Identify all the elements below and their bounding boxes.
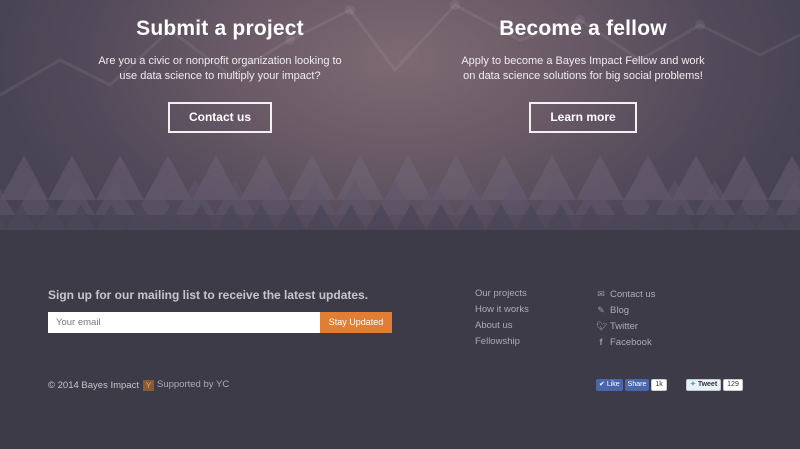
mailing-list-title: Sign up for our mailing list to receive … [48, 288, 369, 302]
become-fellow-title: Become a fellow [499, 17, 667, 40]
link-contact-us-label: Contact us [610, 289, 656, 300]
link-blog-label: Blog [610, 305, 630, 316]
link-fellowship[interactable]: Fellowship [475, 335, 529, 351]
tweet-count: 129 [723, 379, 743, 391]
footer-links-social: ✉ Contact us ✎ Blog 🐦︎ Twitter f Facebook [596, 287, 655, 351]
facebook-icon: f [599, 337, 603, 347]
copyright-text: © 2014 Bayes Impact [48, 380, 139, 391]
facebook-like-button[interactable]: ✔ Like [596, 379, 623, 391]
pencil-icon: ✎ [597, 305, 605, 315]
facebook-share-button[interactable]: Share [624, 379, 650, 391]
become-fellow-description: Apply to become a Bayes Impact Fellow an… [433, 54, 733, 84]
envelope-icon: ✉ [597, 289, 605, 299]
hero-section: Submit a project Are you a civic or nonp… [0, 0, 800, 230]
supported-by-yc[interactable]: Y Supported by YC [143, 379, 229, 391]
link-contact-us[interactable]: ✉ Contact us [596, 287, 655, 303]
learn-more-button[interactable]: Learn more [529, 102, 637, 133]
become-fellow-text-line2: on data science solutions for big social… [463, 70, 703, 82]
twitter-icon: 🐦︎ [596, 321, 608, 331]
email-input[interactable] [48, 312, 320, 333]
link-about-us[interactable]: About us [475, 319, 529, 335]
submit-project-description: Are you a civic or nonprofit organizatio… [70, 54, 370, 84]
become-fellow-column: Become a fellow Apply to become a Bayes … [433, 0, 733, 133]
supported-by-yc-label: Supported by YC [157, 379, 230, 390]
submit-project-text-line2: use data science to multiply your impact… [119, 70, 321, 82]
footer: Sign up for our mailing list to receive … [0, 230, 800, 449]
contact-us-button[interactable]: Contact us [167, 102, 272, 133]
stay-updated-button[interactable]: Stay Updated [320, 312, 392, 333]
tweet-label: Tweet [697, 381, 718, 388]
facebook-like-label: Like [606, 381, 620, 388]
submit-project-column: Submit a project Are you a civic or nonp… [70, 0, 370, 133]
twitter-bird-icon: ✦ [690, 381, 696, 388]
yc-logo-icon: Y [143, 380, 154, 391]
become-fellow-text-line1: Apply to become a Bayes Impact Fellow an… [461, 55, 705, 67]
link-twitter[interactable]: 🐦︎ Twitter [596, 319, 655, 335]
link-twitter-label: Twitter [610, 321, 638, 332]
facebook-like-count: 1k [651, 379, 667, 391]
link-facebook-label: Facebook [610, 337, 652, 348]
submit-project-text-line1: Are you a civic or nonprofit organizatio… [98, 55, 342, 67]
facebook-widget: ✔ Like Share 1k [596, 379, 667, 391]
tweet-button[interactable]: ✦ Tweet [686, 379, 722, 391]
link-how-it-works[interactable]: How it works [475, 303, 529, 319]
link-facebook[interactable]: f Facebook [596, 335, 655, 351]
link-blog[interactable]: ✎ Blog [596, 303, 655, 319]
footer-links-primary: Our projects How it works About us Fello… [475, 287, 529, 351]
twitter-widget: ✦ Tweet 129 [686, 379, 743, 391]
link-our-projects[interactable]: Our projects [475, 287, 529, 303]
submit-project-title: Submit a project [136, 17, 304, 40]
